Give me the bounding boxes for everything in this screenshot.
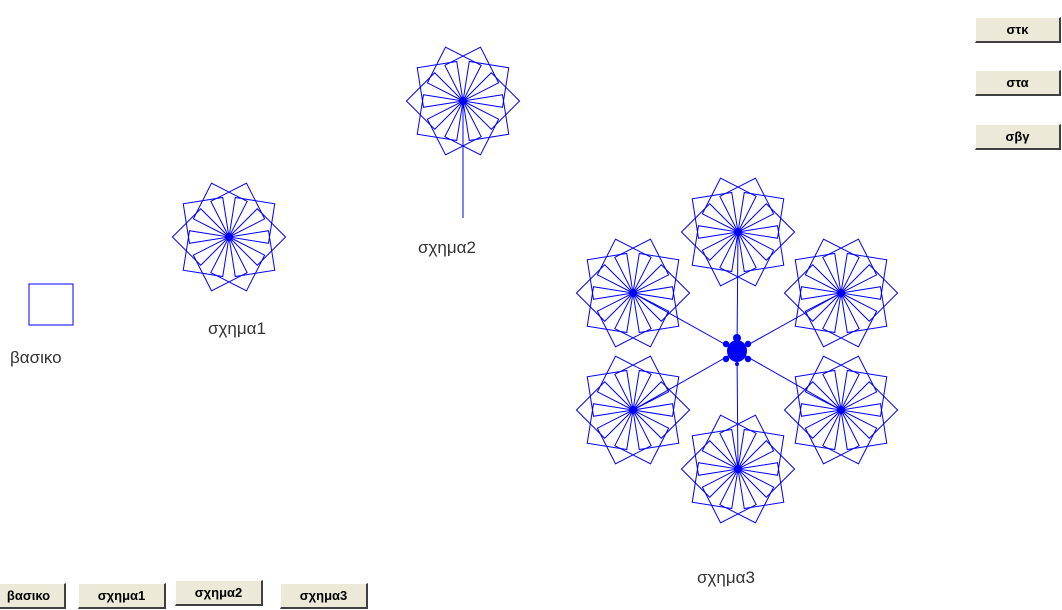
flower-square [632, 264, 691, 322]
flower-square [840, 264, 899, 322]
flower-square [737, 440, 796, 498]
flower-center [734, 465, 742, 473]
flower-square [840, 381, 899, 439]
shape1-flower [171, 182, 287, 292]
shape3-spoke [736, 350, 842, 411]
sta-button[interactable]: στα [975, 70, 1061, 96]
shape3-spoke [736, 292, 842, 352]
turtle-tail [735, 362, 739, 366]
stk-button[interactable]: στκ [975, 17, 1061, 43]
turtle-shell [727, 340, 747, 362]
shape3-flower [783, 238, 899, 348]
flower-square [783, 264, 842, 322]
shape3-spoke [632, 292, 738, 352]
flower-square [680, 440, 739, 498]
turtle-leg [722, 355, 730, 363]
flower-square [680, 203, 739, 261]
flower-center [837, 406, 845, 414]
shape3-flower [575, 238, 691, 348]
turtle-leg [744, 340, 752, 348]
flower-square [228, 208, 287, 266]
shape1-button[interactable]: σχημα1 [78, 583, 166, 609]
flower-square [632, 381, 691, 439]
turtle-head [733, 334, 741, 342]
shape3-flower [575, 355, 691, 465]
flower-square [405, 72, 464, 130]
flower-square [575, 264, 634, 322]
flower-square [783, 381, 842, 439]
basic-square [28, 283, 74, 326]
flower-center [225, 233, 233, 241]
basic-button[interactable]: βασικο [0, 583, 66, 609]
flower-square [737, 203, 796, 261]
label-shape2: σχημα2 [418, 238, 476, 257]
shape3-button[interactable]: σχημα3 [280, 583, 368, 609]
flower-center [629, 289, 637, 297]
shape3-flower [783, 355, 899, 465]
flower-center [734, 228, 742, 236]
label-shape3: σχημα3 [697, 568, 755, 587]
label-basic: βασικο [10, 348, 62, 367]
shape2-button[interactable]: σχημα2 [175, 580, 263, 606]
label-shape1: σχημα1 [208, 319, 266, 338]
flower-square [462, 72, 521, 130]
drawing-canvas [28, 46, 899, 524]
shape3-spoke [632, 350, 738, 411]
turtle-leg [744, 355, 752, 363]
flower-center [629, 406, 637, 414]
flower-square [575, 381, 634, 439]
shape3-spoke [736, 231, 739, 352]
turtle-leg [722, 340, 730, 348]
svg-button[interactable]: σβγ [975, 124, 1061, 150]
turtle-icon [722, 334, 752, 366]
flower-square [171, 208, 230, 266]
shape3-spoke [736, 350, 739, 470]
flower-center [837, 289, 845, 297]
